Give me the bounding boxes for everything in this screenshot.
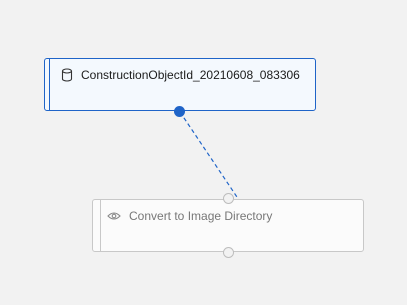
node-accent-bar bbox=[49, 59, 50, 110]
node-accent-bar bbox=[100, 200, 101, 251]
convert-output-port[interactable] bbox=[223, 247, 234, 258]
convert-input-port[interactable] bbox=[223, 193, 234, 204]
eye-icon bbox=[107, 211, 121, 221]
connection-edge[interactable] bbox=[0, 0, 407, 305]
dataset-output-port[interactable] bbox=[174, 106, 185, 117]
dataset-node-title: ConstructionObjectId_20210608_083306 bbox=[81, 68, 300, 82]
dataset-icon bbox=[61, 68, 73, 82]
convert-node-title: Convert to Image Directory bbox=[129, 209, 273, 223]
node-header: Convert to Image Directory bbox=[107, 209, 272, 223]
pipeline-canvas[interactable]: ConstructionObjectId_20210608_083306 Con… bbox=[0, 0, 407, 305]
dataset-node[interactable]: ConstructionObjectId_20210608_083306 bbox=[44, 58, 316, 111]
node-header: ConstructionObjectId_20210608_083306 bbox=[61, 68, 300, 82]
convert-to-image-directory-node[interactable]: Convert to Image Directory bbox=[92, 199, 364, 252]
